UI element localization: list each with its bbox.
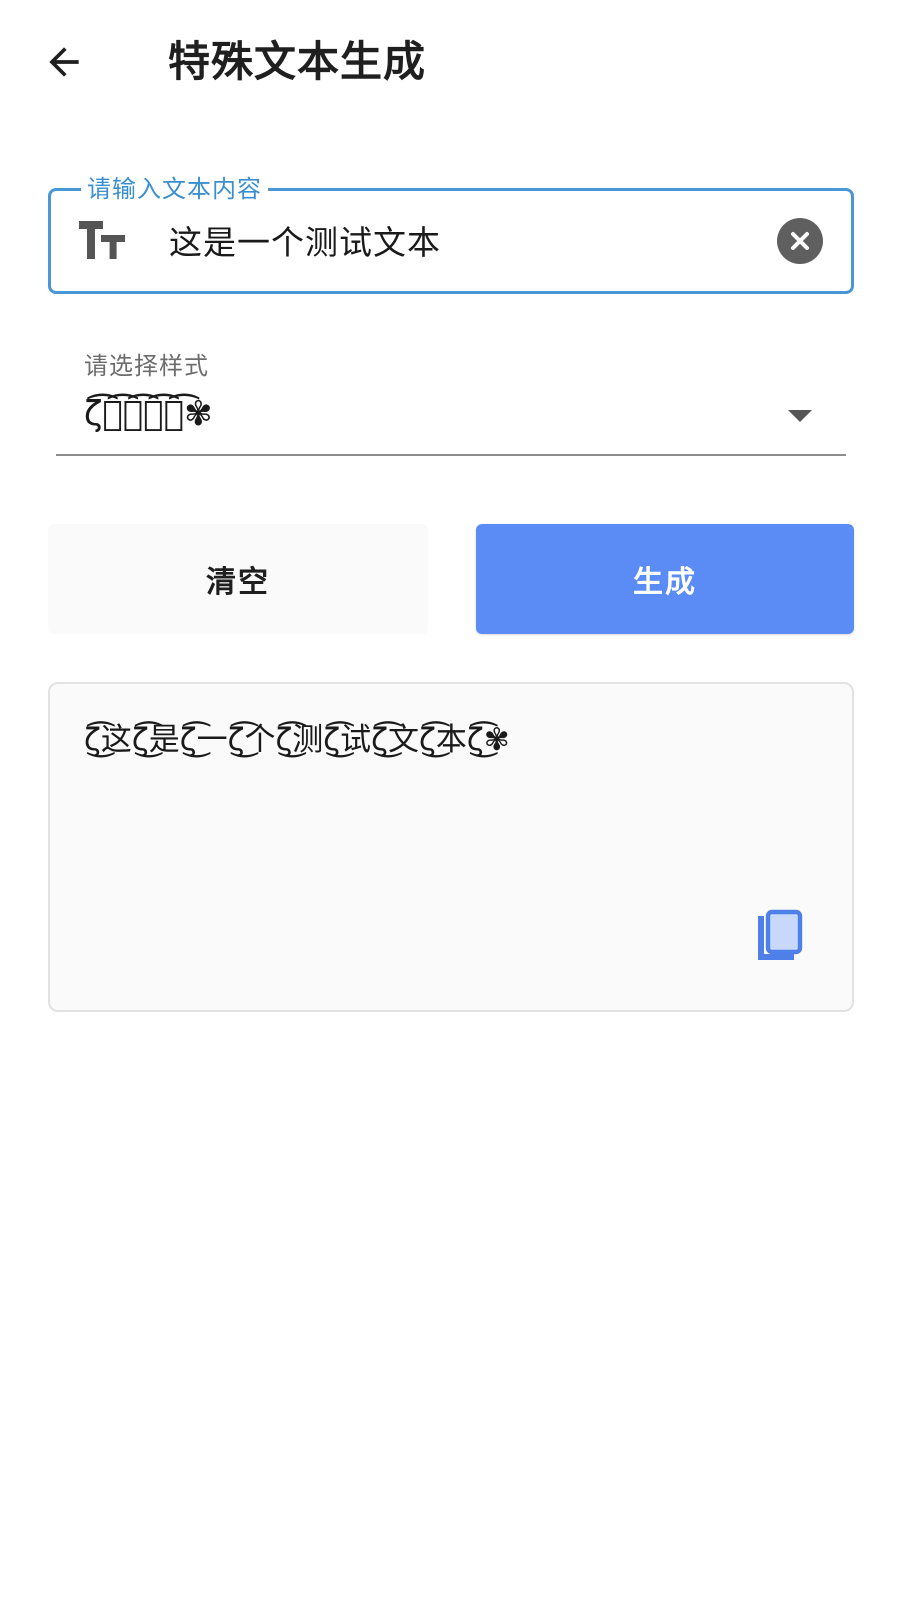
- select-value: ζ͡测͡试͡测͡试͡✾: [84, 394, 213, 434]
- output-text[interactable]: ζ͜͡这ζ͜͡是ζ͜͡一ζ͜͡个ζ͜͡测ζ͜͡试ζ͜͡文ζ͜͡本ζ͜͡✾: [84, 718, 510, 762]
- select-label: 请选择样式: [84, 352, 209, 380]
- input-label: 请输入文本内容: [81, 172, 268, 206]
- output-box: ζ͜͡这ζ͜͡是ζ͜͡一ζ͜͡个ζ͜͡测ζ͜͡试ζ͜͡文ζ͜͡本ζ͜͡✾: [48, 682, 854, 1012]
- back-button[interactable]: [36, 34, 92, 90]
- app-bar: 特殊文本生成: [0, 0, 900, 120]
- page-title: 特殊文本生成: [168, 37, 427, 86]
- text-fields-icon: [79, 221, 125, 259]
- style-select[interactable]: 请选择样式 ζ͡测͡试͡测͡试͡✾: [56, 340, 846, 456]
- text-input-field[interactable]: 请输入文本内容 这是一个测试文本: [48, 172, 854, 294]
- generate-button[interactable]: 生成: [476, 524, 854, 634]
- arrow-left-icon: [49, 47, 79, 77]
- close-icon: [791, 232, 809, 250]
- clear-circle-icon[interactable]: [777, 218, 823, 264]
- copy-icon[interactable]: [752, 908, 804, 964]
- clear-button[interactable]: 清空: [48, 524, 428, 634]
- input-value[interactable]: 这是一个测试文本: [169, 219, 441, 267]
- dropdown-arrow-icon[interactable]: [788, 410, 812, 422]
